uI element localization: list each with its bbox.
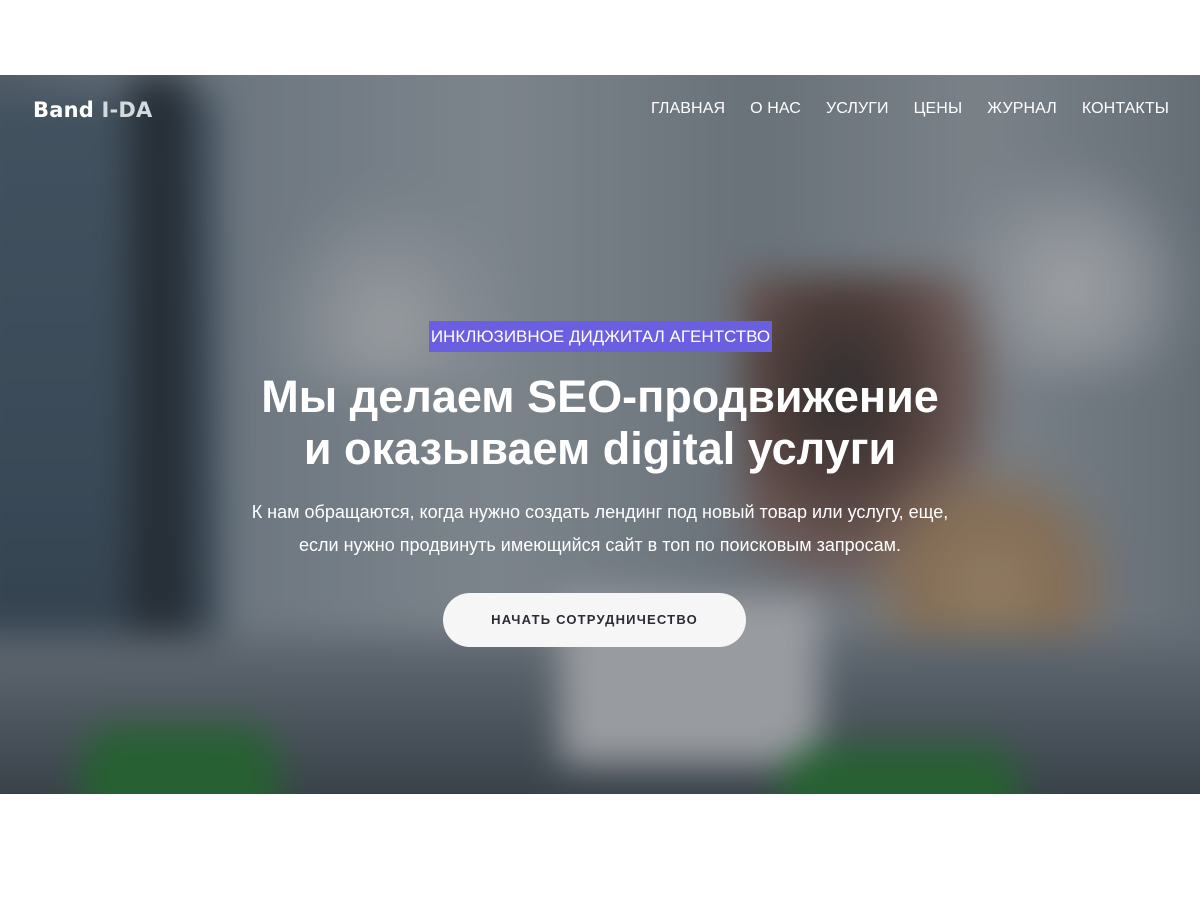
hero-headline: Мы делаем SEO-продвижение и оказываем di… — [150, 371, 1050, 475]
headline-line-2: и оказываем digital услуги — [303, 423, 897, 474]
main-nav: ГЛАВНАЯ О НАС УСЛУГИ ЦЕНЫ ЖУРНАЛ КОНТАКТ… — [651, 100, 1169, 118]
subtitle-line-2: если нужно продвинуть имеющийся сайт в т… — [299, 535, 901, 555]
headline-line-1: Мы делаем SEO-продвижение — [261, 371, 939, 422]
nav-item-prices[interactable]: ЦЕНЫ — [914, 100, 963, 118]
nav-item-home[interactable]: ГЛАВНАЯ — [651, 100, 725, 118]
nav-item-about[interactable]: О НАС — [750, 100, 801, 118]
start-cooperation-button[interactable]: НАЧАТЬ СОТРУДНИЧЕСТВО — [443, 593, 746, 647]
nav-item-services[interactable]: УСЛУГИ — [826, 100, 889, 118]
hero-section: Band I-DA ГЛАВНАЯ О НАС УСЛУГИ ЦЕНЫ ЖУРН… — [0, 75, 1200, 794]
site-logo[interactable]: Band I-DA — [33, 98, 153, 122]
logo-accent-text: I-DA — [101, 98, 153, 122]
nav-item-contacts[interactable]: КОНТАКТЫ — [1082, 100, 1169, 118]
navbar: Band I-DA ГЛАВНАЯ О НАС УСЛУГИ ЦЕНЫ ЖУРН… — [0, 75, 1200, 145]
subtitle-line-1: К нам обращаются, когда нужно создать ле… — [251, 502, 949, 522]
hero-badge: ИНКЛЮЗИВНОЕ ДИДЖИТАЛ АГЕНТСТВО — [429, 321, 772, 352]
hero-content: ИНКЛЮЗИВНОЕ ДИДЖИТАЛ АГЕНТСТВО Мы делаем… — [0, 75, 1200, 794]
nav-item-journal[interactable]: ЖУРНАЛ — [987, 100, 1057, 118]
hero-subtitle: К нам обращаются, когда нужно создать ле… — [200, 496, 1000, 562]
logo-text: Band — [33, 98, 102, 122]
